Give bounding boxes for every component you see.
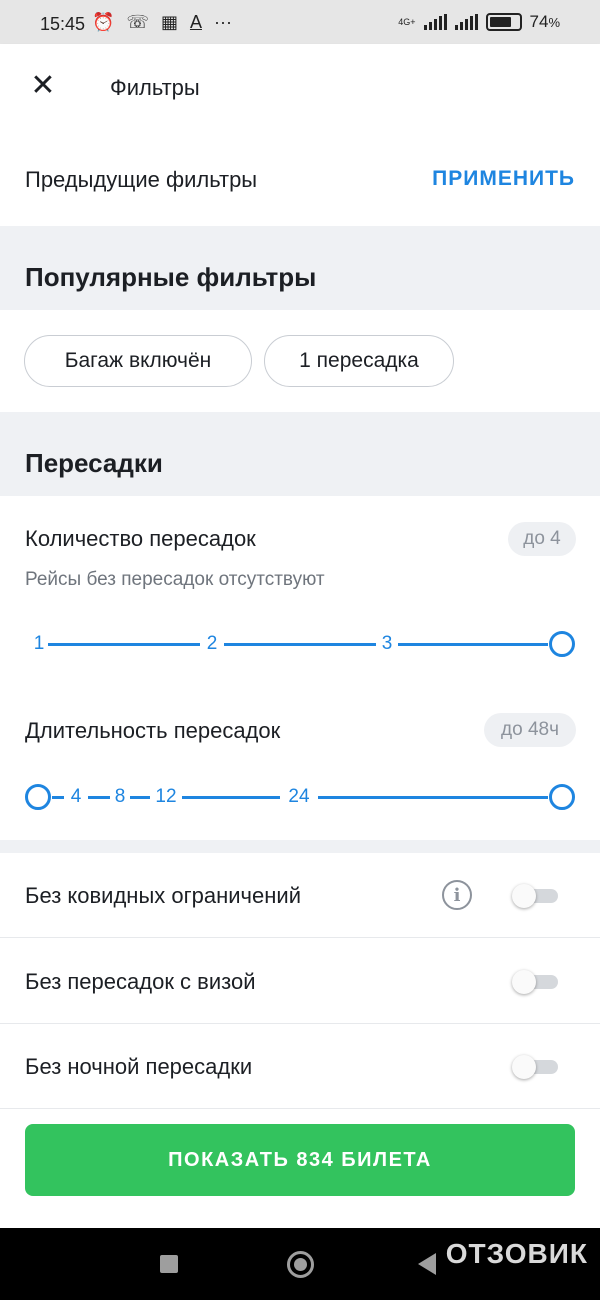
battery-icon (485, 13, 522, 31)
slider-handle-max[interactable] (549, 631, 575, 657)
recents-icon[interactable] (160, 1255, 178, 1273)
toggle-row-covid[interactable]: Без ковидных ограничений (0, 853, 600, 938)
covid-toggle[interactable] (512, 884, 558, 908)
alarm-icon: ⏰ (92, 12, 115, 32)
slider-track (224, 643, 376, 646)
show-tickets-button[interactable]: ПОКАЗАТЬ 834 БИЛЕТА (25, 1124, 575, 1196)
home-icon[interactable] (287, 1251, 314, 1278)
status-icons: ⏰ ☏ ▦ A ··· (92, 12, 232, 32)
toggle-thumb (512, 970, 536, 994)
toggle-thumb (512, 1055, 536, 1079)
battery-fill (489, 17, 511, 27)
slider-track (398, 643, 548, 646)
header: ✕ Фильтры (0, 44, 600, 130)
slider-track (48, 643, 200, 646)
transfer-count-hint: Рейсы без пересадок отсутствуют (25, 569, 325, 590)
watermark: ОТЗОВИК (445, 1238, 588, 1269)
toggle-label: Без пересадок с визой (25, 969, 256, 994)
popular-section-title: Популярные фильтры (25, 262, 317, 292)
close-icon[interactable]: ✕ (26, 68, 60, 102)
status-time: 15:45 (40, 14, 86, 34)
slider-tick: 12 (155, 786, 177, 807)
signal-icon (423, 14, 447, 30)
qr-icon: ▦ (160, 12, 178, 32)
transfer-duration-slider[interactable]: 4 8 12 24 (0, 777, 600, 817)
status-right: 4G+ 74% (398, 12, 560, 32)
slider-track (130, 796, 150, 799)
network-label: 4G+ (398, 17, 416, 27)
transfer-count-slider[interactable]: 1 2 3 (0, 624, 600, 664)
missed-call-icon: ☏ (126, 12, 149, 32)
chip-baggage[interactable]: Багаж включён (24, 335, 252, 387)
status-bar: 15:45 ⏰ ☏ ▦ A ··· 4G+ 74% (0, 0, 600, 44)
toggle-row-night[interactable]: Без ночной пересадки (0, 1024, 600, 1109)
visa-toggle[interactable] (512, 970, 558, 994)
slider-tick: 24 (288, 786, 310, 807)
previous-filters-label: Предыдущие фильтры (25, 167, 258, 192)
page-title: Фильтры (110, 75, 200, 100)
slider-handle-max[interactable] (549, 784, 575, 810)
signal-icon-2 (454, 14, 478, 30)
slider-tick: 4 (70, 786, 82, 807)
slider-handle-min[interactable] (25, 784, 51, 810)
transfer-count-badge: до 4 (508, 522, 576, 556)
toggle-thumb (512, 884, 536, 908)
slider-track (318, 796, 548, 799)
info-icon[interactable]: i (442, 880, 472, 910)
slider-track (52, 796, 64, 799)
slider-track (88, 796, 110, 799)
transfer-duration-label: Длительность пересадок (25, 718, 281, 743)
transfer-duration-badge: до 48ч (484, 713, 576, 747)
transfer-count-label: Количество пересадок (25, 526, 256, 551)
toggle-row-visa[interactable]: Без пересадок с визой (0, 939, 600, 1024)
slider-tick: 8 (114, 786, 126, 807)
back-icon[interactable] (418, 1253, 436, 1275)
section-divider (0, 840, 600, 853)
chip-one-transfer[interactable]: 1 пересадка (264, 335, 454, 387)
text-icon: A (189, 12, 202, 32)
more-icon: ··· (213, 12, 232, 32)
slider-track (182, 796, 280, 799)
toggle-label: Без ночной пересадки (25, 1054, 253, 1079)
apply-button[interactable]: ПРИМЕНИТЬ (432, 167, 575, 191)
transfers-section-title: Пересадки (25, 448, 163, 478)
slider-tick: 3 (381, 633, 393, 654)
night-toggle[interactable] (512, 1055, 558, 1079)
slider-tick: 1 (33, 633, 45, 654)
battery-percent: 74% (529, 12, 560, 31)
toggle-label: Без ковидных ограничений (25, 883, 301, 908)
slider-tick: 2 (206, 633, 218, 654)
